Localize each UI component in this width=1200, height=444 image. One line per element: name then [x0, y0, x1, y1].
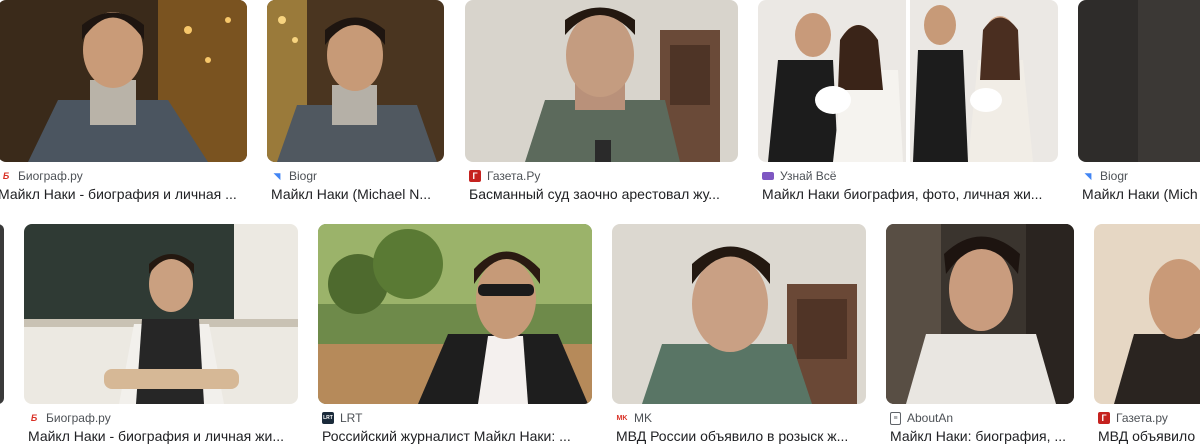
result-title[interactable]: Майкл Наки - биография и личная ... — [0, 186, 246, 202]
thumbnail-image — [758, 0, 1058, 162]
result-title[interactable]: Майкл Наки (Michael N... — [271, 186, 444, 202]
result-thumbnail[interactable] — [758, 0, 1058, 162]
biograf-icon: Б — [30, 412, 38, 423]
result-source[interactable]: Б Биограф.ру — [28, 410, 111, 426]
result-thumbnail[interactable] — [24, 224, 298, 404]
thumbnail-image — [0, 224, 4, 404]
result-thumbnail[interactable] — [1078, 0, 1200, 162]
thumbnail-image — [0, 0, 247, 162]
image-result[interactable]: Б Биограф.ру Майкл Наки - биография и ли… — [0, 0, 248, 205]
image-result[interactable]: Г Газета.ру МВД объявило — [1094, 224, 1200, 444]
image-result[interactable]: ≡ AboutAn Майкл Наки: биография, ... — [886, 224, 1074, 444]
thumbnail-image — [318, 224, 592, 404]
result-source[interactable]: LRT LRT — [322, 410, 362, 426]
result-thumbnail[interactable] — [612, 224, 866, 404]
result-thumbnail[interactable] — [1094, 224, 1200, 404]
aboutan-icon: ≡ — [890, 411, 901, 425]
source-name: Биограф.ру — [18, 169, 83, 183]
source-name: MK — [634, 411, 652, 425]
source-name: Газета.ру — [1116, 411, 1168, 425]
image-result[interactable]: LRT LRT Российский журналист Майкл Наки:… — [318, 224, 592, 444]
result-source[interactable]: Узнай Всё — [762, 168, 836, 184]
source-name: Биограф.ру — [46, 411, 111, 425]
thumbnail-image — [267, 0, 444, 162]
source-name: AboutAn — [907, 411, 954, 425]
result-title[interactable]: Майкл Наки - биография и личная жи... — [28, 428, 298, 444]
thumbnail-image — [886, 224, 1074, 404]
result-source[interactable]: Г Газета.Ру — [469, 168, 540, 184]
result-title[interactable]: Басманный суд заочно арестовал жу... — [469, 186, 738, 202]
result-thumbnail[interactable] — [0, 0, 247, 162]
lrt-icon: LRT — [322, 412, 334, 424]
result-source[interactable]: Г Газета.ру — [1098, 410, 1168, 426]
result-title[interactable]: Майкл Наки биография, фото, личная жи... — [762, 186, 1058, 202]
image-result[interactable]: Г Газета.Ру Басманный суд заочно арестов… — [465, 0, 738, 205]
thumbnail-image — [1078, 0, 1200, 162]
biogr-icon: ◥ — [1084, 170, 1092, 181]
image-result[interactable]: ◥ Biogr Майкл Наки (Michael N... — [267, 0, 444, 205]
biograf-icon: Б — [2, 170, 10, 181]
result-thumbnail[interactable] — [0, 224, 4, 404]
result-title[interactable]: Майкл Наки: биография, ... — [890, 428, 1074, 444]
result-title[interactable]: Майкл Наки (Mich — [1082, 186, 1200, 202]
source-name: LRT — [340, 411, 363, 425]
result-thumbnail[interactable] — [886, 224, 1074, 404]
result-thumbnail[interactable] — [267, 0, 444, 162]
image-result-partial[interactable] — [0, 224, 4, 404]
thumbnail-image — [612, 224, 866, 404]
gazeta-icon: Г — [469, 170, 481, 182]
result-source[interactable]: Б Биограф.ру — [0, 168, 83, 184]
biogr-icon: ◥ — [273, 170, 281, 181]
image-result[interactable]: Узнай Всё Майкл Наки биография, фото, ли… — [758, 0, 1058, 205]
gazeta-icon: Г — [1098, 412, 1110, 424]
result-source[interactable]: MK MK — [616, 410, 652, 426]
image-result[interactable]: ◥ Biogr Майкл Наки (Mich — [1078, 0, 1200, 205]
uznay-icon — [762, 172, 774, 180]
result-source[interactable]: ≡ AboutAn — [890, 410, 953, 426]
image-result[interactable]: Б Биограф.ру Майкл Наки - биография и ли… — [24, 224, 298, 444]
thumbnail-image — [24, 224, 298, 404]
source-name: Узнай Всё — [780, 169, 837, 183]
source-name: Газета.Ру — [487, 169, 541, 183]
mk-icon: MK — [616, 414, 628, 422]
result-source[interactable]: ◥ Biogr — [271, 168, 317, 184]
result-thumbnail[interactable] — [318, 224, 592, 404]
thumbnail-image — [465, 0, 738, 162]
image-result[interactable]: MK MK МВД России объявило в розыск ж... — [612, 224, 866, 444]
source-name: Biogr — [1100, 169, 1129, 183]
thumbnail-image — [1094, 224, 1200, 404]
result-title[interactable]: МВД России объявило в розыск ж... — [616, 428, 866, 444]
result-thumbnail[interactable] — [465, 0, 738, 162]
result-source[interactable]: ◥ Biogr — [1082, 168, 1128, 184]
source-name: Biogr — [289, 169, 318, 183]
result-title[interactable]: Российский журналист Майкл Наки: ... — [322, 428, 592, 444]
result-title[interactable]: МВД объявило — [1098, 428, 1200, 444]
